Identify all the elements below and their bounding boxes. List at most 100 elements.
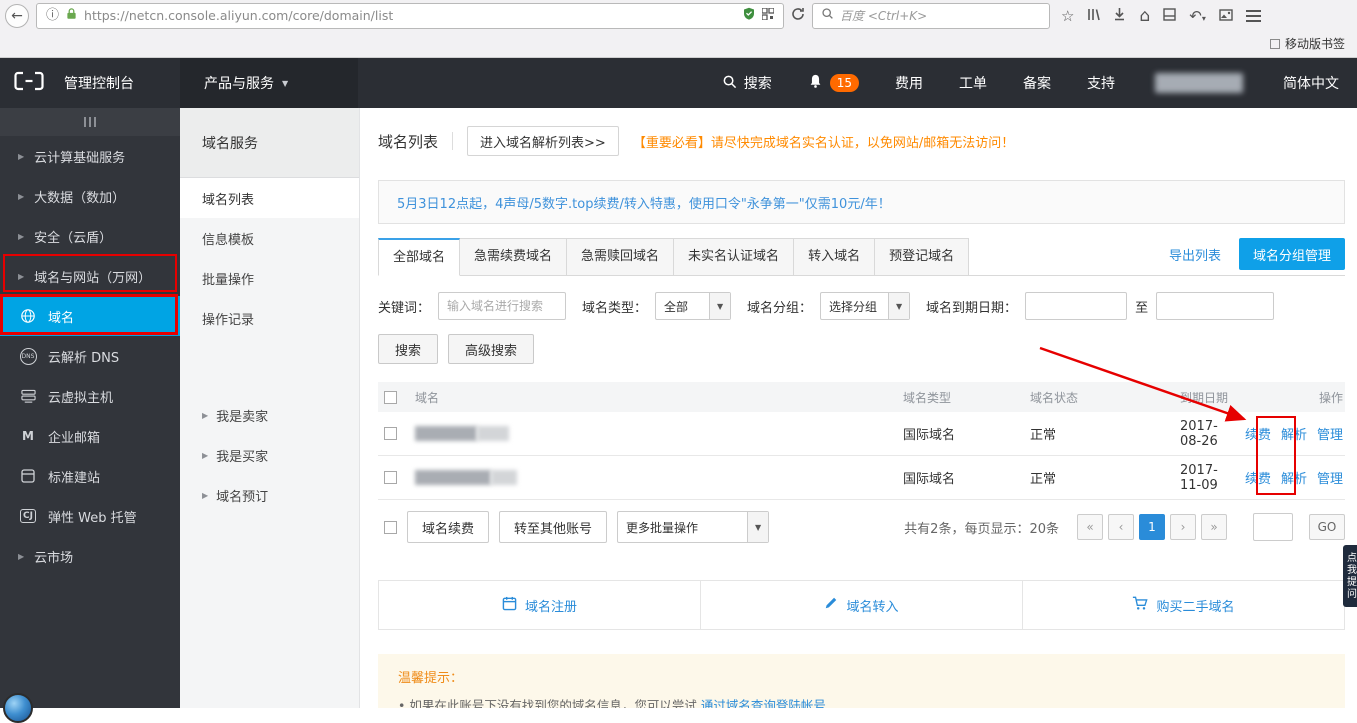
domain-group-manage-button[interactable]: 域名分组管理 <box>1238 238 1345 270</box>
language-switch[interactable]: 简体中文 <box>1265 58 1357 108</box>
goto-dns-list-button[interactable]: 进入域名解析列表>> <box>467 126 619 156</box>
feedback-side-tab[interactable]: 点我提问 <box>1343 545 1357 607</box>
sidebar-item-marketplace[interactable]: ▶ 云市场 <box>0 536 180 576</box>
menu-hamburger-icon[interactable] <box>1245 7 1261 25</box>
tab-preregistered[interactable]: 预登记域名 <box>875 238 970 276</box>
notification-count-badge: 15 <box>829 74 859 92</box>
export-list-link[interactable]: 导出列表 <box>1169 245 1221 264</box>
submenu-item-op-records[interactable]: 操作记录 <box>180 298 359 338</box>
aliyun-logo-icon[interactable] <box>14 71 44 95</box>
renew-link[interactable]: 续费 <box>1245 468 1271 487</box>
submenu-item-seller[interactable]: ▶ 我是卖家 <box>180 395 359 435</box>
search-icon <box>722 74 737 93</box>
sidebar-item-domain[interactable]: 域名 <box>0 296 180 336</box>
chevron-down-icon[interactable]: ▼ <box>709 293 731 319</box>
sidebar-item-cloud-basic[interactable]: ▶ 云计算基础服务 <box>0 136 180 176</box>
chevron-down-icon[interactable]: ▼ <box>747 512 769 542</box>
page-tools-icon[interactable] <box>1163 7 1176 25</box>
sidebar-item-bigdata[interactable]: ▶ 大数据（数加） <box>0 176 180 216</box>
submenu-item-buyer[interactable]: ▶ 我是买家 <box>180 435 359 475</box>
products-services-menu[interactable]: 产品与服务 ▼ <box>180 58 358 108</box>
manage-link[interactable]: 管理 <box>1317 424 1343 443</box>
transfer-in-domain-action[interactable]: 域名转入 <box>700 581 1022 629</box>
console-home-link[interactable]: 管理控制台 <box>64 73 134 93</box>
submenu-item-batch-ops[interactable]: 批量操作 <box>180 258 359 298</box>
sidebar-item-domain-website[interactable]: ▶ 域名与网站（万网） <box>0 256 180 296</box>
resolve-link[interactable]: 解析 <box>1281 468 1307 487</box>
submenu-item-info-template[interactable]: 信息模板 <box>180 218 359 258</box>
bookmark-folder-icon[interactable] <box>1269 38 1280 49</box>
buy-secondhand-domain-action[interactable]: 购买二手域名 <box>1022 581 1344 629</box>
search-button[interactable]: 搜索 <box>378 334 439 364</box>
tab-transfer-in[interactable]: 转入域名 <box>794 238 876 276</box>
topnav-filing[interactable]: 备案 <box>1005 58 1069 108</box>
renew-link[interactable]: 续费 <box>1245 424 1271 443</box>
submenu-item-label: 批量操作 <box>202 272 255 288</box>
sidebar-item-site-builder[interactable]: 标准建站 <box>0 456 180 496</box>
page-prev-button[interactable]: ‹ <box>1108 514 1134 540</box>
manage-link[interactable]: 管理 <box>1317 468 1343 487</box>
select-all-checkbox[interactable] <box>384 390 397 404</box>
more-batch-ops-select[interactable]: 更多批量操作 ▼ <box>617 511 770 543</box>
topnav-search[interactable]: 搜索 <box>704 58 790 108</box>
domain-status-cell: 正常 <box>1030 472 1057 487</box>
back-button[interactable]: ← <box>5 3 29 28</box>
resolve-link[interactable]: 解析 <box>1281 424 1307 443</box>
topnav-support[interactable]: 支持 <box>1069 58 1133 108</box>
image-tool-icon[interactable] <box>1219 7 1233 25</box>
search-hint-text: 百度 <Ctrl+K> <box>840 9 928 23</box>
download-icon[interactable] <box>1113 7 1126 25</box>
page-last-button[interactable]: » <box>1201 514 1227 540</box>
topnav-ticket[interactable]: 工单 <box>941 58 1005 108</box>
windows-start-button[interactable] <box>3 693 33 723</box>
library-icon[interactable] <box>1087 7 1101 25</box>
batch-renew-button[interactable]: 域名续费 <box>407 511 490 543</box>
keyword-input[interactable] <box>438 292 567 320</box>
sidebar-item-web-hosting[interactable]: CJ 弹性 Web 托管 <box>0 496 180 536</box>
domain-group-select[interactable]: 选择分组 ▼ <box>820 292 911 320</box>
tab-redeem-soon[interactable]: 急需赎回域名 <box>567 238 675 276</box>
page-first-button[interactable]: « <box>1077 514 1103 540</box>
sidebar-item-security[interactable]: ▶ 安全（云盾） <box>0 216 180 256</box>
row-checkbox[interactable] <box>384 471 397 484</box>
sidebar-item-enterprise-mail[interactable]: M 企业邮箱 <box>0 416 180 456</box>
qr-icon[interactable] <box>761 6 775 24</box>
refresh-icon[interactable] <box>791 7 805 25</box>
sidebar-collapse-toggle[interactable] <box>0 108 180 136</box>
shield-icon[interactable] <box>743 7 755 24</box>
page-next-button[interactable]: › <box>1170 514 1196 540</box>
goto-page-input[interactable] <box>1253 513 1293 541</box>
tab-all-domains[interactable]: 全部域名 <box>378 238 461 276</box>
tab-unverified[interactable]: 未实名认证域名 <box>674 238 795 276</box>
sidebar-item-virtual-host[interactable]: 云虚拟主机 <box>0 376 180 416</box>
sidebar-item-dns[interactable]: DNS 云解析 DNS <box>0 336 180 376</box>
topnav-billing[interactable]: 费用 <box>877 58 941 108</box>
batch-transfer-button[interactable]: 转至其他账号 <box>499 511 608 543</box>
tip-login-link[interactable]: 通过域名查询登陆帐号 <box>701 698 826 708</box>
page-1-button[interactable]: 1 <box>1139 514 1165 540</box>
expire-to-input[interactable] <box>1156 292 1275 320</box>
notifications-bell[interactable]: 15 <box>790 58 877 108</box>
home-icon[interactable]: ⌂ <box>1139 6 1150 26</box>
browser-search-field[interactable]: 百度 <Ctrl+K> <box>812 2 1050 29</box>
expire-from-input[interactable] <box>1025 292 1128 320</box>
batch-select-checkbox[interactable] <box>384 520 397 534</box>
go-button[interactable]: GO <box>1309 514 1345 540</box>
submenu-item-preorder[interactable]: ▶ 域名预订 <box>180 475 359 515</box>
domain-type-select[interactable]: 全部 ▼ <box>655 292 732 320</box>
page-title: 域名列表 <box>378 132 439 151</box>
domain-expire-cell: 2017-11-09 <box>1180 462 1218 493</box>
row-checkbox[interactable] <box>384 427 397 440</box>
dns-icon: DNS <box>18 347 38 365</box>
submenu-item-domain-list[interactable]: 域名列表 <box>180 178 359 218</box>
tab-renew-soon[interactable]: 急需续费域名 <box>460 238 568 276</box>
bookmarks-bar-label[interactable]: 移动版书签 <box>1285 35 1345 52</box>
chevron-down-icon[interactable]: ▼ <box>888 293 910 319</box>
advanced-search-button[interactable]: 高级搜索 <box>448 334 535 364</box>
account-name-blurred[interactable] <box>1155 73 1243 93</box>
address-bar[interactable]: ⓘ https://netcn.console.aliyun.com/core/… <box>36 2 784 29</box>
undo-icon[interactable]: ↶▾ <box>1189 7 1206 25</box>
info-icon[interactable]: ⓘ <box>46 9 59 22</box>
bookmark-star-icon[interactable]: ☆ <box>1061 7 1074 25</box>
register-domain-action[interactable]: 域名注册 <box>379 581 700 629</box>
